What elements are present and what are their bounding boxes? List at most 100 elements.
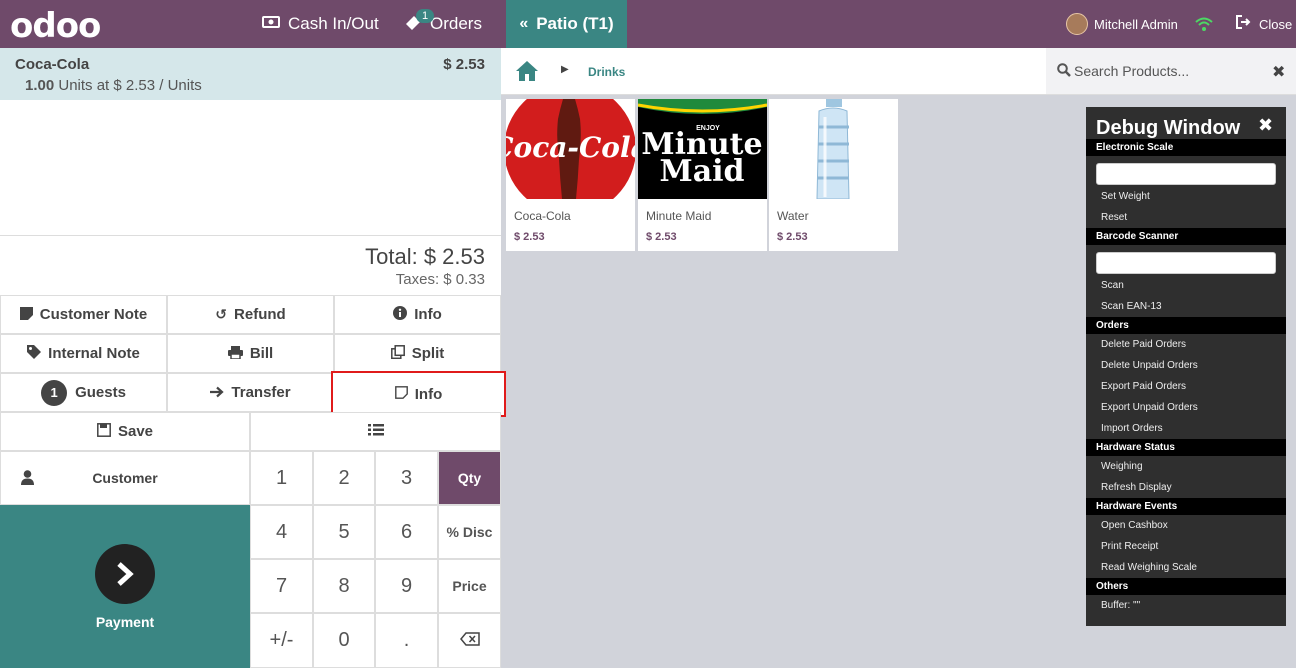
cash-in-out-button[interactable]: Cash In/Out (262, 0, 379, 48)
clear-search-icon[interactable]: ✖ (1272, 62, 1285, 82)
order-taxes: Taxes: $ 0.33 (395, 271, 485, 288)
sticky-note-icon (394, 386, 408, 402)
coca-cola-logo-text: Coca-Cola (506, 131, 635, 164)
save-label: Save (117, 423, 154, 440)
info-label: Info (414, 306, 442, 323)
order-line[interactable]: Coca-Cola $ 2.53 1.00 Units at $ 2.53 / … (0, 48, 501, 100)
guests-label: Guests (75, 384, 126, 401)
scan-ean13-button[interactable]: Scan EAN-13 (1101, 301, 1162, 312)
close-icon[interactable]: ✖ (1258, 115, 1273, 136)
reset-weight-button[interactable]: Reset (1101, 212, 1127, 223)
numpad-key-decimal[interactable]: . (375, 613, 438, 668)
export-unpaid-orders-button[interactable]: Export Unpaid Orders (1101, 402, 1198, 413)
numpad-key-7[interactable]: 7 (250, 559, 313, 613)
order-line-info: 1.00 Units at $ 2.53 / Units (25, 77, 202, 94)
product-name: Minute Maid (646, 209, 712, 223)
weighing-status[interactable]: Weighing (1101, 461, 1143, 472)
scan-button[interactable]: Scan (1101, 280, 1124, 291)
guests-button[interactable]: 1 Guests (0, 373, 167, 412)
list-view-button[interactable] (250, 412, 501, 451)
debug-section-orders: Orders (1086, 317, 1286, 334)
mode-discount-button[interactable]: % Disc (438, 505, 501, 559)
info-circle-icon (393, 306, 408, 323)
refund-button[interactable]: ↺ Refund (167, 295, 334, 334)
customer-note-button[interactable]: Customer Note (0, 295, 167, 334)
money-icon (262, 15, 280, 34)
user-name: Mitchell Admin (1094, 16, 1178, 32)
customer-note-label: Customer Note (39, 306, 148, 323)
mode-price-button[interactable]: Price (438, 559, 501, 613)
order-line-price: $ 2.53 (443, 56, 485, 73)
close-label: Close (1259, 16, 1293, 32)
print-receipt-button[interactable]: Print Receipt (1101, 541, 1158, 552)
split-button[interactable]: Split (334, 334, 501, 373)
guests-count-badge: 1 (41, 379, 68, 406)
home-icon[interactable] (515, 60, 539, 82)
product-card-coca-cola[interactable]: Coca-Cola Coca-Cola $ 2.53 (506, 99, 635, 251)
numpad-key-4[interactable]: 4 (250, 505, 313, 559)
export-paid-orders-button[interactable]: Export Paid Orders (1101, 381, 1186, 392)
close-button[interactable]: Close (1236, 0, 1292, 48)
product-card-water[interactable]: Water $ 2.53 (769, 99, 898, 251)
floppy-disk-icon (97, 423, 111, 440)
product-name: Water (777, 209, 809, 223)
payment-button[interactable]: Payment (0, 505, 250, 668)
product-card-minute-maid[interactable]: ENJOY Minute Maid Minute Maid $ 2.53 (638, 99, 767, 251)
weight-input[interactable] (1096, 163, 1276, 185)
chevron-right-icon (95, 544, 155, 604)
info-note-button[interactable]: Info (331, 371, 506, 417)
debug-section-barcode: Barcode Scanner (1086, 228, 1286, 245)
caret-right-icon: ▶ (561, 64, 569, 75)
arrow-right-icon (210, 385, 225, 401)
info-button[interactable]: Info (334, 295, 501, 334)
customer-button[interactable]: Customer (0, 451, 250, 505)
search-icon (1057, 63, 1071, 80)
product-image-water (769, 99, 898, 199)
numpad-key-1[interactable]: 1 (250, 451, 313, 505)
internal-note-button[interactable]: Internal Note (0, 334, 167, 373)
delete-unpaid-orders-button[interactable]: Delete Unpaid Orders (1101, 360, 1198, 371)
numpad-key-5[interactable]: 5 (313, 505, 375, 559)
orders-button[interactable]: 1 Orders (404, 0, 482, 48)
numpad-key-plus-minus[interactable]: +/- (250, 613, 313, 668)
breadcrumb-drinks[interactable]: Drinks (588, 65, 625, 79)
tab-patio-t1[interactable]: « Patio (T1) (506, 0, 627, 48)
barcode-input[interactable] (1096, 252, 1276, 274)
order-total: Total: $ 2.53 (365, 244, 485, 269)
numpad-key-6[interactable]: 6 (375, 505, 438, 559)
numpad-key-3[interactable]: 3 (375, 451, 438, 505)
numpad-key-2[interactable]: 2 (313, 451, 375, 505)
product-price: $ 2.53 (514, 231, 545, 243)
import-orders-button[interactable]: Import Orders (1101, 423, 1163, 434)
orders-label: Orders (430, 14, 482, 33)
debug-section-hardware-events: Hardware Events (1086, 498, 1286, 515)
numpad-key-0[interactable]: 0 (313, 613, 375, 668)
debug-section-others: Others (1086, 578, 1286, 595)
user-menu[interactable]: Mitchell Admin (1066, 0, 1178, 48)
backspace-button[interactable] (438, 613, 501, 668)
debug-section-hardware-status: Hardware Status (1086, 439, 1286, 456)
read-weighing-scale-button[interactable]: Read Weighing Scale (1101, 562, 1197, 573)
avatar (1066, 13, 1088, 35)
refresh-display-button[interactable]: Refresh Display (1101, 482, 1172, 493)
numpad-key-8[interactable]: 8 (313, 559, 375, 613)
product-price: $ 2.53 (777, 231, 808, 243)
set-weight-button[interactable]: Set Weight (1101, 191, 1150, 202)
double-chevron-left-icon: « (519, 15, 529, 32)
delete-paid-orders-button[interactable]: Delete Paid Orders (1101, 339, 1186, 350)
undo-icon: ↺ (215, 306, 228, 322)
numpad-key-9[interactable]: 9 (375, 559, 438, 613)
buffer-readout: Buffer: "" (1101, 600, 1141, 611)
mode-qty-button[interactable]: Qty (438, 451, 501, 505)
product-image-coca-cola: Coca-Cola (506, 99, 635, 199)
search-input[interactable] (1074, 60, 1264, 82)
transfer-button[interactable]: Transfer (167, 373, 334, 412)
open-cashbox-button[interactable]: Open Cashbox (1101, 520, 1168, 531)
order-line-name: Coca-Cola (15, 56, 90, 73)
bill-button[interactable]: Bill (167, 334, 334, 373)
save-button[interactable]: Save (0, 412, 250, 451)
order-panel: Coca-Cola $ 2.53 1.00 Units at $ 2.53 / … (0, 48, 506, 668)
patio-label: Patio (T1) (536, 14, 614, 33)
cash-in-out-label: Cash In/Out (288, 14, 379, 33)
breadcrumb: ▶ Drinks (501, 48, 1046, 95)
